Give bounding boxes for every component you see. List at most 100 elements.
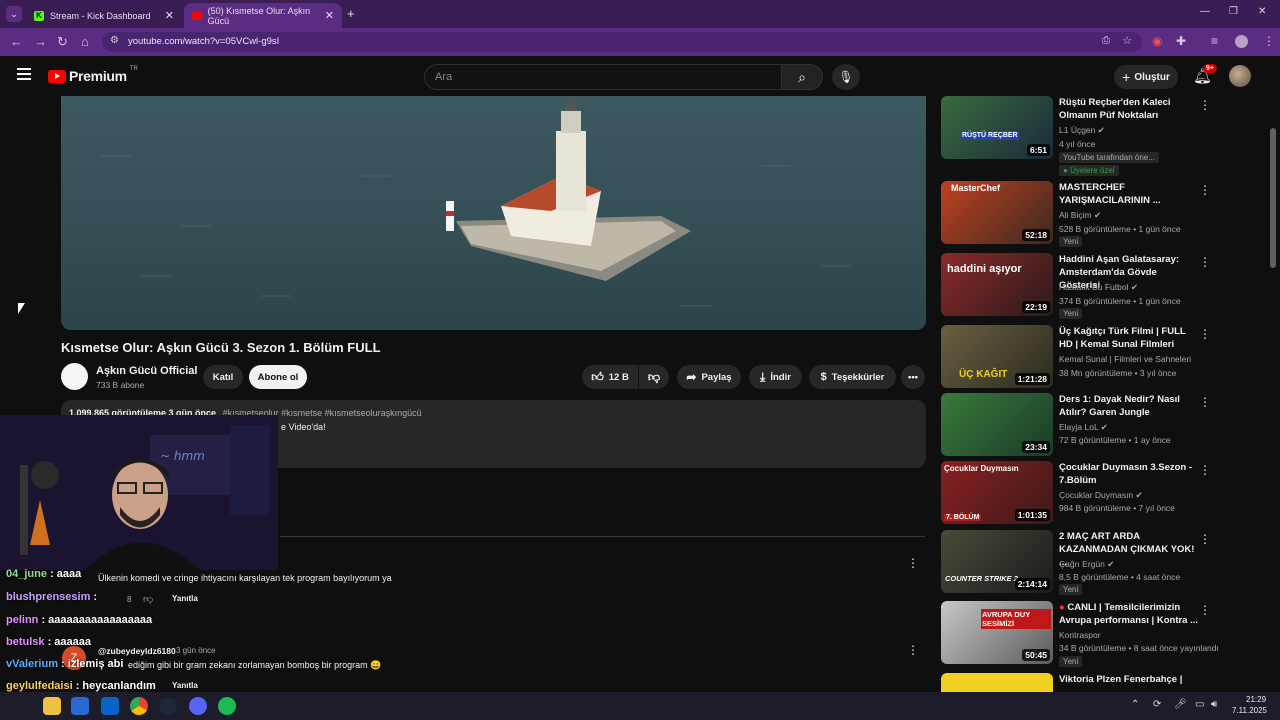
video-menu-icon[interactable]: ⋮	[1199, 463, 1211, 477]
video-menu-icon[interactable]: ⋮	[1199, 603, 1211, 617]
like-button[interactable]: 👍︎ 12 B	[582, 365, 638, 389]
comments-divider	[280, 536, 925, 537]
subscribe-button[interactable]: Abone ol	[249, 365, 307, 389]
video-menu-icon[interactable]: ⋮	[1199, 98, 1211, 112]
comment-dislike-icon[interactable]: 👎︎	[143, 593, 153, 605]
restore-icon[interactable]: ❐	[1229, 6, 1238, 17]
channel-name[interactable]: Kemal Sunal | Filmleri ve Sahneleri	[1059, 354, 1191, 364]
channel-name[interactable]: Ali Biçim ✔	[1059, 210, 1101, 221]
video-thumbnail[interactable]: AVRUPA DUY SESİMİZİ 50:45	[941, 601, 1053, 664]
forward-icon[interactable]: →	[34, 34, 47, 49]
channel-name[interactable]: Hastalık Bu Futbol ✔	[1059, 282, 1138, 293]
tray-chevron-icon[interactable]: ⌃	[1131, 699, 1139, 710]
site-info-icon[interactable]: ⚙	[110, 35, 119, 46]
outlook-icon[interactable]	[101, 697, 119, 715]
chat-message: betulsk : aaaaaa	[6, 636, 92, 648]
reload-icon[interactable]: ↻	[57, 34, 68, 50]
video-menu-icon[interactable]: ⋮	[1199, 327, 1211, 341]
clock-time[interactable]: 21:29	[1246, 695, 1266, 704]
volume-icon[interactable]: 🔊︎	[1211, 699, 1217, 710]
search-icon[interactable]: ⌕	[781, 64, 823, 90]
video-thumbnail[interactable]: ÜÇ KAĞIT 1:21:28	[941, 325, 1053, 388]
more-actions-button[interactable]: •••	[901, 365, 925, 389]
steam-icon[interactable]	[159, 697, 177, 715]
comment-menu-icon[interactable]: ⋮	[907, 643, 919, 657]
window-close-icon[interactable]: ✕	[1258, 6, 1266, 17]
chrome-icon[interactable]	[130, 697, 148, 715]
channel-name[interactable]: Kontraspor	[1059, 630, 1101, 640]
video-title[interactable]: MASTERCHEF YARIŞMACILARININ ...	[1059, 181, 1199, 207]
tray-app-icon[interactable]: ⟳	[1153, 699, 1161, 710]
address-bar[interactable]: ⚙ youtube.com/watch?v=05VCwl-g9sI ⎙ ☆	[102, 32, 1142, 52]
dislike-button[interactable]: 👎︎	[639, 365, 669, 389]
new-tab-button[interactable]: +	[347, 6, 355, 21]
browser-menu-icon[interactable]: ⋮	[1263, 34, 1275, 48]
home-icon[interactable]: ⌂	[81, 34, 89, 49]
extension-record-icon[interactable]: ◉	[1152, 34, 1162, 48]
share-button[interactable]: ➦ Paylaş	[677, 365, 741, 389]
video-title[interactable]: ● CANLI | Temsilcilerimizin Avrupa perfo…	[1059, 601, 1199, 627]
thanks-button[interactable]: $ Teşekkürler	[809, 365, 896, 389]
store-icon[interactable]	[71, 697, 89, 715]
video-title[interactable]: Viktoria Plzen Fenerbahçe |	[1059, 673, 1199, 686]
subscriber-count: 733 B abone	[96, 380, 145, 390]
reading-list-icon[interactable]: ≡	[1211, 34, 1218, 48]
video-player[interactable]	[61, 96, 926, 330]
channel-name[interactable]: L1 Üçgen ✔	[1059, 125, 1105, 136]
extensions-puzzle-icon[interactable]: ✚	[1176, 34, 1186, 48]
youtube-icon	[192, 11, 202, 20]
video-thumbnail[interactable]: haddini aşıyor 22:19	[941, 253, 1053, 316]
channel-name[interactable]: Çocuklar Duymasın ✔	[1059, 490, 1143, 501]
back-icon[interactable]: ←	[10, 34, 23, 49]
chat-message: blushprensesim :	[6, 591, 98, 603]
video-thumbnail[interactable]: COUNTER STRIKE 2 2:14:14	[941, 530, 1053, 593]
video-menu-icon[interactable]: ⋮	[1199, 395, 1211, 409]
video-title[interactable]: Rüştü Reçber'den Kaleci Olmanın Püf Nokt…	[1059, 96, 1199, 122]
video-thumbnail[interactable]: RÜŞTÜ REÇBER 6:51	[941, 96, 1053, 159]
download-button[interactable]: ⤓ İndir	[749, 365, 802, 389]
video-title[interactable]: Ders 1: Dayak Nedir? Nasıl Atılır? Garen…	[1059, 393, 1199, 419]
search-input[interactable]: Ara	[424, 64, 782, 90]
hamburger-menu-icon[interactable]	[17, 68, 31, 80]
file-explorer-icon[interactable]	[43, 697, 61, 715]
youtube-premium-logo[interactable]: Premium TR	[48, 66, 138, 84]
tab-list-chevron-icon[interactable]: ⌄	[6, 6, 22, 22]
video-menu-icon[interactable]: ⋮	[1199, 183, 1211, 197]
avatar[interactable]	[1229, 65, 1251, 87]
profile-avatar-icon[interactable]	[1235, 35, 1248, 48]
thumbnail-text: 7. BÖLÜM	[944, 514, 982, 521]
discord-icon[interactable]	[189, 697, 207, 715]
video-thumbnail[interactable]: Çocuklar Duymasın 7. BÖLÜM 1:01:35	[941, 461, 1053, 524]
video-menu-icon[interactable]: ⋮	[1199, 532, 1211, 546]
tab-kick-dashboard[interactable]: K Stream - Kick Dashboard ✕	[26, 3, 182, 28]
page-scrollbar[interactable]	[1270, 128, 1276, 268]
reply-button[interactable]: Yanıtla	[172, 594, 198, 603]
video-thumbnail[interactable]: 23:34	[941, 393, 1053, 456]
bookmark-star-icon[interactable]: ☆	[1122, 34, 1132, 47]
channel-name[interactable]: Elayja LoL ✔	[1059, 422, 1108, 433]
url-text: youtube.com/watch?v=05VCwl-g9sI	[128, 36, 280, 47]
comment-author[interactable]: @zubeydeyldz6180	[98, 646, 176, 656]
install-app-icon[interactable]: ⎙	[1102, 35, 1110, 46]
video-title[interactable]: Çocuklar Duymasın 3.Sezon - 7.Bölüm	[1059, 461, 1199, 487]
channel-name[interactable]: Aşkın Gücü Official	[96, 365, 197, 377]
create-button[interactable]: + Oluştur	[1114, 65, 1178, 89]
spotify-icon[interactable]	[218, 697, 236, 715]
tray-mic-icon[interactable]: 🎤︎	[1174, 699, 1187, 710]
channel-name[interactable]: Çağrı Ergün ✔	[1059, 559, 1114, 570]
tab-youtube-video[interactable]: (50) Kısmetse Olur: Aşkın Gücü ✕	[184, 3, 342, 28]
video-thumbnail[interactable]	[941, 673, 1053, 692]
video-menu-icon[interactable]: ⋮	[1199, 255, 1211, 269]
video-thumbnail[interactable]: MasterChef 52:18	[941, 181, 1053, 244]
comment-menu-icon[interactable]: ⋮	[907, 556, 919, 570]
microphone-icon[interactable]: 🎙	[832, 64, 860, 90]
channel-avatar[interactable]	[61, 363, 88, 390]
network-icon[interactable]: ▭	[1195, 699, 1204, 710]
close-icon[interactable]: ✕	[165, 9, 174, 22]
close-icon[interactable]: ✕	[325, 9, 334, 22]
minimize-icon[interactable]: —	[1200, 6, 1210, 17]
video-title[interactable]: Üç Kağıtçı Türk Filmi | FULL HD | Kemal …	[1059, 325, 1199, 351]
join-button[interactable]: Katıl	[203, 365, 243, 389]
reply-button[interactable]: Yanıtla	[172, 681, 198, 690]
clock-date[interactable]: 7.11.2025	[1232, 706, 1267, 715]
